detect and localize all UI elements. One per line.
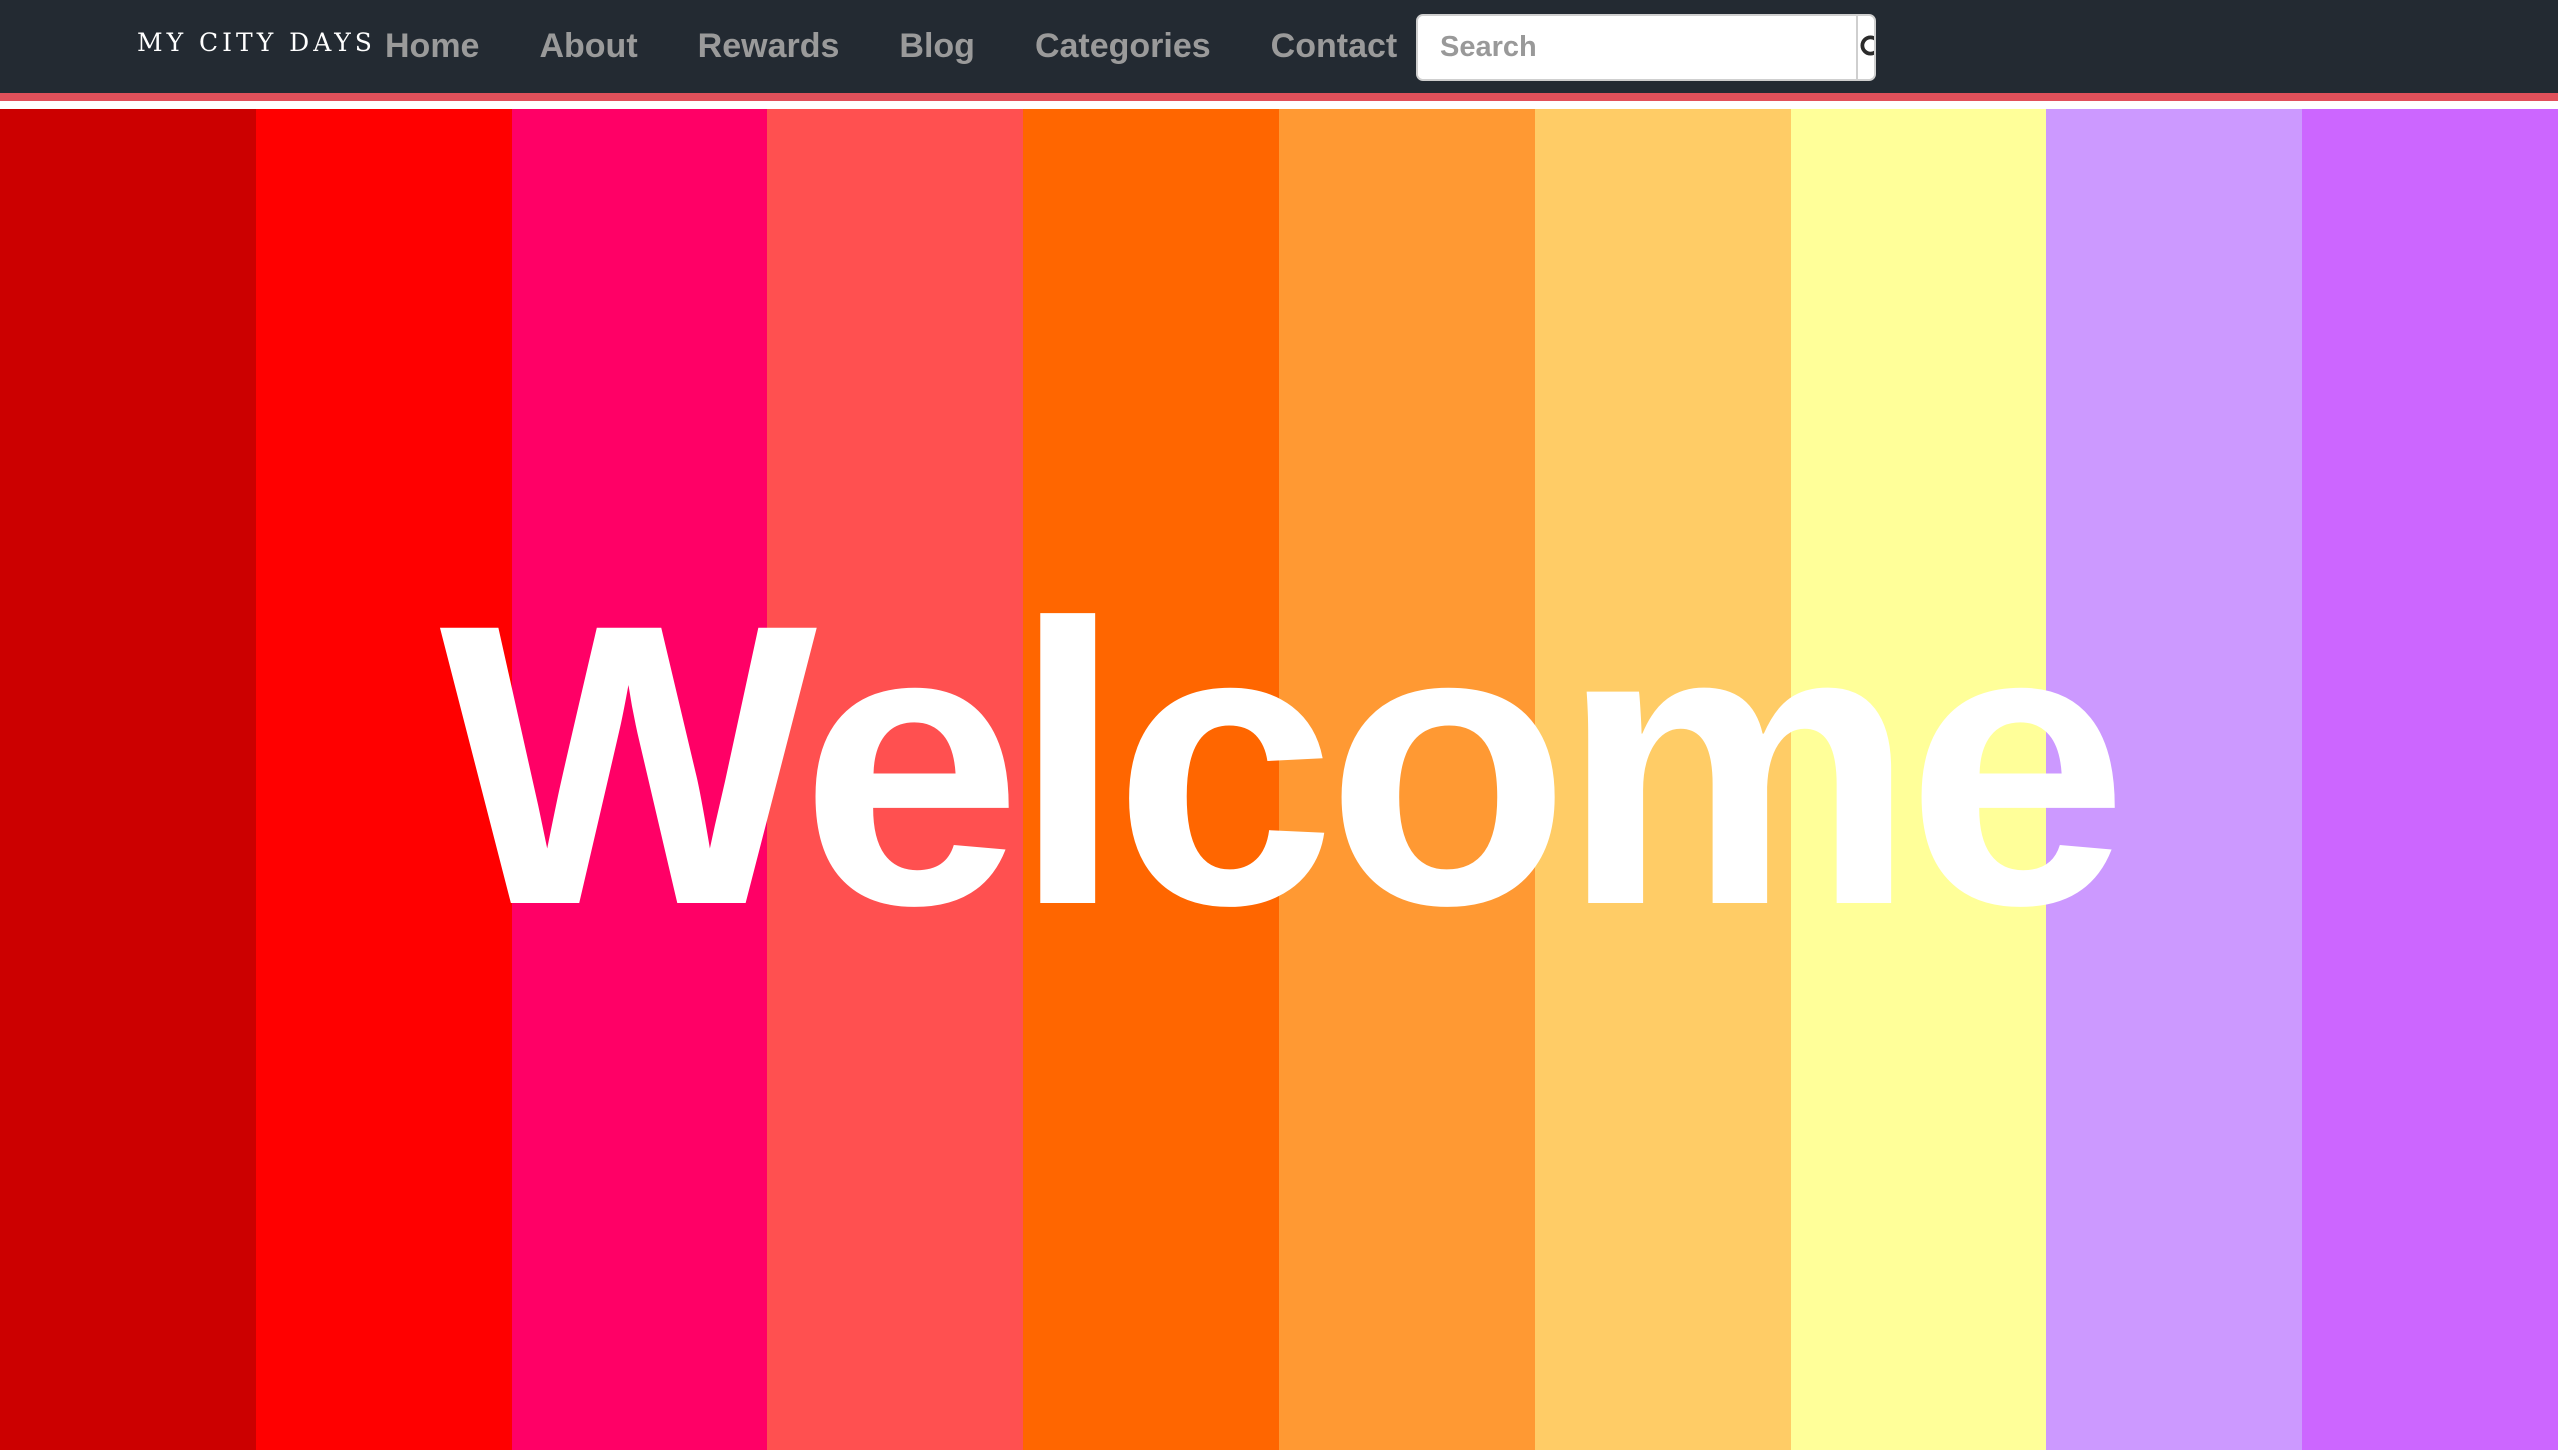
- nav-link-categories[interactable]: Categories: [1035, 27, 1211, 66]
- search-button[interactable]: [1856, 16, 1874, 79]
- nav-link-home[interactable]: Home: [385, 27, 479, 66]
- nav-link-rewards[interactable]: Rewards: [698, 27, 840, 66]
- search-input[interactable]: [1418, 16, 1856, 79]
- nav-link-about[interactable]: About: [539, 27, 637, 66]
- nav-link-contact[interactable]: Contact: [1271, 27, 1398, 66]
- navbar: MY CITY DAYS Home About Rewards Blog Cat…: [0, 0, 2558, 101]
- hero-title: Welcome: [439, 540, 2129, 988]
- search-icon: [1860, 35, 1874, 55]
- nav-link-blog[interactable]: Blog: [899, 27, 975, 66]
- brand-logo[interactable]: MY CITY DAYS: [137, 28, 376, 57]
- nav-links: Home About Rewards Blog Categories Conta…: [355, 0, 1427, 93]
- search-form: [1416, 14, 1876, 81]
